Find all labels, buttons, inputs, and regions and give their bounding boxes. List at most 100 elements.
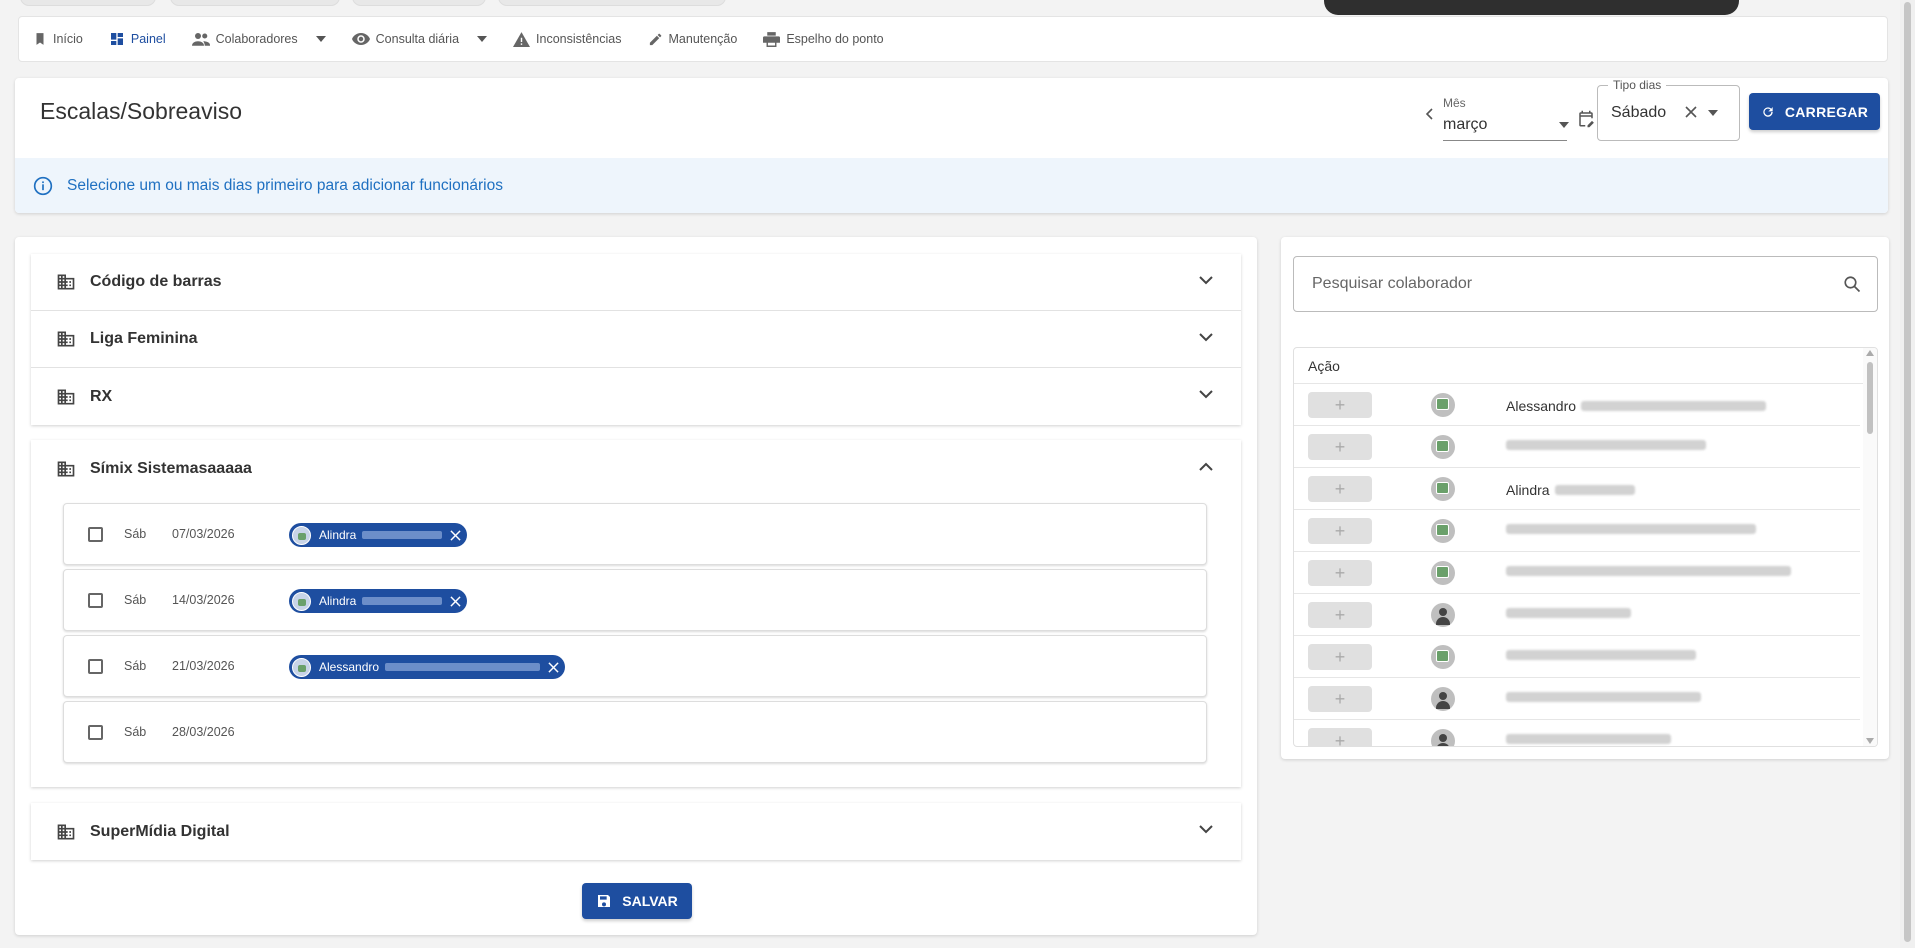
- chevron-down-icon[interactable]: [1199, 333, 1213, 342]
- search-input[interactable]: [1295, 258, 1815, 310]
- pencil-icon: [649, 33, 661, 45]
- employee-name: [1506, 734, 1671, 744]
- scroll-down-arrow[interactable]: [1866, 738, 1874, 744]
- browser-tab-stub: [498, 0, 726, 6]
- month-value[interactable]: março: [1443, 116, 1487, 134]
- table-header: Ação: [1294, 348, 1877, 384]
- close-icon[interactable]: [1684, 105, 1698, 119]
- chevron-up-icon[interactable]: [1199, 462, 1213, 471]
- day-row: Sáb 14/03/2026 Alindra: [63, 569, 1207, 631]
- carregar-button[interactable]: CARREGAR: [1749, 93, 1880, 130]
- calendar-edit-icon[interactable]: [1577, 110, 1595, 128]
- nav-label: Painel: [130, 32, 166, 46]
- chevron-down-icon[interactable]: [1199, 825, 1213, 834]
- group-simix-sistemasaaaaa[interactable]: Símix Sistemasaaaaa: [31, 440, 1241, 497]
- scroll-thumb[interactable]: [1867, 362, 1873, 434]
- add-employee-button[interactable]: +: [1308, 728, 1372, 746]
- redacted-text: [362, 531, 443, 539]
- tipo-dias-select[interactable]: Tipo dias Sábado: [1597, 78, 1740, 141]
- close-icon[interactable]: [548, 661, 559, 673]
- chip-name: Alessandro: [319, 660, 380, 674]
- person-icon: [1431, 603, 1455, 627]
- day-checkbox[interactable]: [88, 593, 103, 608]
- caret-down-icon[interactable]: [477, 36, 488, 42]
- caret-down-icon[interactable]: [1559, 122, 1569, 128]
- group-name: Símix Sistemasaaaaa: [90, 459, 252, 477]
- caret-down-icon[interactable]: [1708, 110, 1718, 116]
- group-name: Liga Feminina: [90, 330, 198, 347]
- table-row: + Alindra: [1294, 468, 1860, 510]
- add-employee-button[interactable]: +: [1308, 476, 1372, 502]
- group-name: RX: [90, 387, 113, 405]
- nav-painel[interactable]: Painel: [109, 31, 166, 47]
- day-weekday: Sáb: [124, 593, 147, 607]
- avatar: [1431, 519, 1455, 543]
- nav-label: Colaboradores: [215, 32, 298, 46]
- refresh-icon: [1763, 106, 1773, 117]
- tipo-dias-label: Tipo dias: [1608, 78, 1667, 92]
- browser-tab-stub: [170, 0, 340, 6]
- caret-down-icon[interactable]: [315, 36, 326, 42]
- nav-colaboradores[interactable]: Colaboradores: [191, 31, 326, 47]
- browser-tab-stub: [352, 0, 486, 6]
- nav-consulta-diaria[interactable]: Consulta diária: [351, 32, 488, 46]
- person-icon: [1431, 687, 1455, 711]
- avatar: [1431, 435, 1455, 459]
- table-row: +: [1294, 426, 1860, 468]
- group-supermidia-digital[interactable]: SuperMídia Digital: [31, 803, 1241, 860]
- employee-name: [1506, 608, 1631, 618]
- nav-label: Consulta diária: [375, 32, 460, 46]
- building-icon: [57, 461, 75, 476]
- chevron-down-icon[interactable]: [1199, 276, 1213, 285]
- table-scrollbar[interactable]: [1863, 348, 1877, 746]
- printer-icon: [763, 31, 781, 47]
- building-icon: [57, 824, 75, 839]
- group-liga-feminina[interactable]: Liga Feminina: [31, 311, 1241, 368]
- day-checkbox[interactable]: [88, 725, 103, 740]
- chevron-left-icon[interactable]: [1425, 108, 1433, 120]
- chevron-down-icon[interactable]: [1199, 390, 1213, 399]
- close-icon[interactable]: [450, 595, 461, 607]
- add-employee-button[interactable]: +: [1308, 560, 1372, 586]
- add-employee-button[interactable]: +: [1308, 392, 1372, 418]
- nav-inconsistencias[interactable]: Inconsistências: [513, 31, 622, 47]
- day-date: 14/03/2026: [172, 593, 235, 607]
- add-employee-button[interactable]: +: [1308, 434, 1372, 460]
- building-icon: [57, 331, 75, 347]
- add-employee-button[interactable]: +: [1308, 602, 1372, 628]
- add-employee-button[interactable]: +: [1308, 644, 1372, 670]
- day-weekday: Sáb: [124, 527, 147, 541]
- add-employee-button[interactable]: +: [1308, 686, 1372, 712]
- month-selector: Mês março: [1425, 86, 1601, 141]
- eye-icon: [351, 33, 370, 45]
- nav-inicio[interactable]: Início: [33, 32, 83, 46]
- redacted-text: [1506, 608, 1631, 618]
- page-scroll-thumb[interactable]: [1904, 2, 1911, 942]
- search-box: [1293, 256, 1878, 312]
- redacted-text: [1506, 440, 1706, 450]
- nav-label: Espelho do ponto: [786, 32, 884, 46]
- day-checkbox[interactable]: [88, 659, 103, 674]
- add-employee-button[interactable]: +: [1308, 518, 1372, 544]
- nav-manutencao[interactable]: Manutenção: [648, 32, 737, 47]
- nav-label: Inconsistências: [536, 32, 622, 46]
- close-icon[interactable]: [450, 529, 461, 541]
- dashboard-icon: [110, 33, 123, 45]
- day-row: Sáb 28/03/2026: [63, 701, 1207, 763]
- avatar: [292, 657, 311, 677]
- avatar: [292, 525, 311, 545]
- page-scrollbar[interactable]: [1900, 0, 1915, 948]
- scroll-up-arrow[interactable]: [1866, 350, 1874, 356]
- day-date: 07/03/2026: [172, 527, 235, 541]
- group-rx[interactable]: RX: [31, 368, 1241, 425]
- carregar-label: CARREGAR: [1784, 103, 1869, 120]
- salvar-button[interactable]: SALVAR: [582, 883, 692, 919]
- day-checkbox[interactable]: [88, 527, 103, 542]
- people-icon: [191, 33, 210, 46]
- group-codigo-de-barras[interactable]: Código de barras: [31, 254, 1241, 311]
- assigned-employee-chip: Alindra: [289, 523, 468, 547]
- redacted-text: [1554, 485, 1635, 495]
- redacted-text: [1581, 401, 1767, 411]
- nav-espelho-ponto[interactable]: Espelho do ponto: [763, 31, 884, 47]
- search-icon[interactable]: [1843, 275, 1861, 293]
